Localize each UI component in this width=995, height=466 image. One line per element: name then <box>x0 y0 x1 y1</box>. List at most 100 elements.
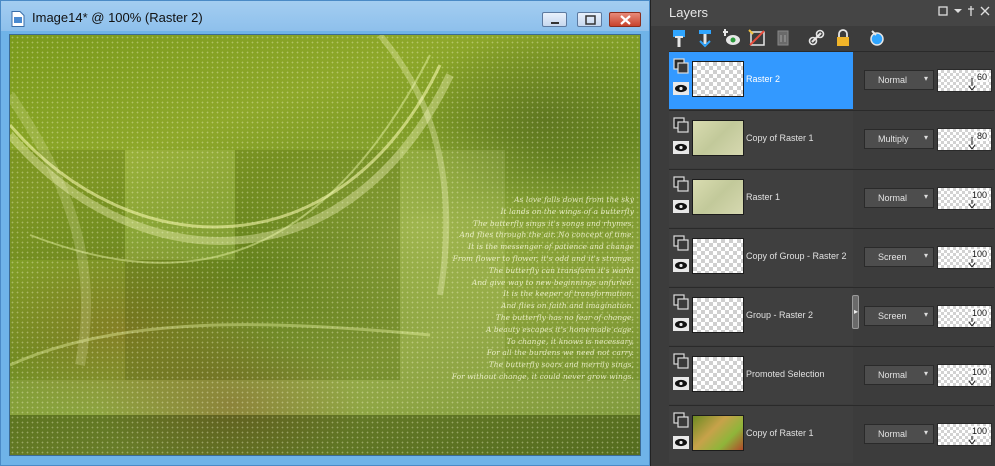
blend-mode-select[interactable]: Normal ▾ <box>864 70 934 90</box>
opacity-value: 100 <box>970 426 988 436</box>
layer-name-cell[interactable]: Group - Raster 2 <box>669 288 853 345</box>
minimize-icon <box>551 22 559 24</box>
eye-icon <box>673 318 689 331</box>
layer-thumbnail <box>692 61 744 97</box>
opacity-slider[interactable]: 100 <box>937 187 992 210</box>
opacity-marker-icon <box>968 78 976 90</box>
opacity-slider[interactable]: 60 <box>937 69 992 92</box>
layers-panel: Layers Raster 2 Normal ▾ 60 Copy of Rast… <box>650 0 995 466</box>
opacity-value: 60 <box>975 72 988 82</box>
link-layer-icon[interactable] <box>806 27 828 49</box>
layer-name-cell[interactable]: Copy of Raster 1 <box>669 111 853 168</box>
layer-thumbnail <box>692 356 744 392</box>
poem-line: And give way to new beginnings unfurled. <box>471 277 634 287</box>
poem-line: It is the messenger of patience and chan… <box>468 242 634 252</box>
blend-mode-value: Screen <box>878 252 907 262</box>
delete-layer-icon[interactable] <box>772 27 794 49</box>
opacity-value: 100 <box>970 367 988 377</box>
eye-icon <box>673 259 689 272</box>
layer-thumbnail <box>692 415 744 451</box>
opacity-value: 100 <box>970 249 988 259</box>
panel-splitter-handle[interactable]: ▸ <box>852 295 859 329</box>
layer-name: Copy of Group - Raster 2 <box>746 251 847 261</box>
eye-icon <box>673 82 689 95</box>
opacity-slider[interactable]: 100 <box>937 246 992 269</box>
image-titlebar[interactable]: Image14* @ 100% (Raster 2) <box>1 1 649 31</box>
restore-button[interactable] <box>577 12 602 27</box>
blend-mode-value: Multiply <box>878 134 909 144</box>
blend-mode-select[interactable]: Normal ▾ <box>864 365 934 385</box>
new-mask-icon[interactable] <box>720 27 742 49</box>
layer-thumbnail <box>692 297 744 333</box>
image-canvas[interactable]: As love falls down from the sky It lands … <box>9 34 641 456</box>
layer-row[interactable]: Promoted Selection Normal ▾ 100 <box>669 346 994 404</box>
layer-row[interactable]: Raster 2 Normal ▾ 60 <box>669 51 994 109</box>
layer-thumbnail <box>692 238 744 274</box>
layer-name: Raster 1 <box>746 192 781 202</box>
layer-row[interactable]: Copy of Group - Raster 2 Screen ▾ 100 <box>669 228 994 286</box>
layer-row[interactable]: Copy of Raster 1 Multiply ▾ 80 <box>669 110 994 168</box>
blend-mode-value: Normal <box>878 429 908 439</box>
layer-name-cell[interactable]: Promoted Selection <box>669 347 853 404</box>
layer-row[interactable]: Group - Raster 2 Screen ▾ 100 <box>669 287 994 345</box>
image-window: Image14* @ 100% (Raster 2) As love falls… <box>0 0 650 466</box>
poem-text: As love falls down from the sky It lands … <box>344 194 634 383</box>
chevron-down-icon: ▾ <box>923 310 928 319</box>
layer-visibility-icons <box>673 176 689 213</box>
new-vector-layer-icon[interactable] <box>694 27 716 49</box>
layer-group-icon <box>673 353 689 369</box>
poem-line: And flies through the air. No concept of… <box>459 230 634 240</box>
close-panel-icon[interactable] <box>980 6 990 16</box>
layer-visibility-icons <box>673 294 689 331</box>
layer-name-cell[interactable]: Raster 2 <box>669 52 853 109</box>
layer-thumbnail <box>692 179 744 215</box>
layer-group-icon <box>673 412 689 428</box>
layers-toolbar <box>651 26 995 51</box>
layer-name: Promoted Selection <box>746 369 825 379</box>
poem-line: It lands on the wings of a butterfly <box>500 206 634 216</box>
new-adjustment-layer-icon[interactable] <box>746 27 768 49</box>
opacity-slider[interactable]: 100 <box>937 423 992 446</box>
opacity-slider[interactable]: 100 <box>937 305 992 328</box>
dropdown-icon[interactable] <box>953 6 963 16</box>
opacity-slider[interactable]: 100 <box>937 364 992 387</box>
chevron-down-icon: ▾ <box>923 369 928 378</box>
poem-line: From flower to flower, it's odd and it's… <box>452 253 634 263</box>
pin-icon[interactable] <box>966 6 976 16</box>
dock-icon[interactable] <box>938 6 948 16</box>
document-icon <box>11 11 25 27</box>
layer-visibility-icons <box>673 117 689 154</box>
blend-mode-select[interactable]: Normal ▾ <box>864 424 934 444</box>
layer-list: Raster 2 Normal ▾ 60 Copy of Raster 1 Mu… <box>669 51 994 466</box>
layers-header[interactable]: Layers <box>651 0 995 26</box>
minimize-button[interactable] <box>542 12 567 27</box>
chevron-down-icon: ▾ <box>923 428 928 437</box>
blend-mode-value: Normal <box>878 75 908 85</box>
blend-mode-value: Normal <box>878 370 908 380</box>
poem-line: The butterfly soars and merrily sings, <box>488 360 634 370</box>
new-raster-layer-icon[interactable] <box>668 27 690 49</box>
layer-visibility-icons <box>673 58 689 95</box>
poem-line: To change, it knows is necessary, <box>506 336 634 346</box>
layer-name-cell[interactable]: Copy of Group - Raster 2 <box>669 229 853 286</box>
opacity-value: 100 <box>970 190 988 200</box>
blend-mode-select[interactable]: Normal ▾ <box>864 188 934 208</box>
layer-group-icon <box>673 235 689 251</box>
blend-mode-select[interactable]: Screen ▾ <box>864 247 934 267</box>
layer-row[interactable]: Copy of Raster 1 Normal ▾ 100 <box>669 405 994 463</box>
layer-name: Copy of Raster 1 <box>746 133 814 143</box>
layer-name-cell[interactable]: Raster 1 <box>669 170 853 227</box>
layer-visibility-icons <box>673 235 689 272</box>
layer-properties-icon[interactable] <box>866 27 888 49</box>
eye-icon <box>673 377 689 390</box>
lock-layer-icon[interactable] <box>832 27 854 49</box>
chevron-down-icon: ▾ <box>923 74 928 83</box>
blend-mode-value: Screen <box>878 311 907 321</box>
poem-line: For without change, it could never grow … <box>451 371 634 381</box>
blend-mode-select[interactable]: Screen ▾ <box>864 306 934 326</box>
layer-name-cell[interactable]: Copy of Raster 1 <box>669 406 853 463</box>
layer-row[interactable]: Raster 1 Normal ▾ 100 <box>669 169 994 227</box>
blend-mode-select[interactable]: Multiply ▾ <box>864 129 934 149</box>
opacity-slider[interactable]: 80 <box>937 128 992 151</box>
close-button[interactable] <box>609 12 641 27</box>
